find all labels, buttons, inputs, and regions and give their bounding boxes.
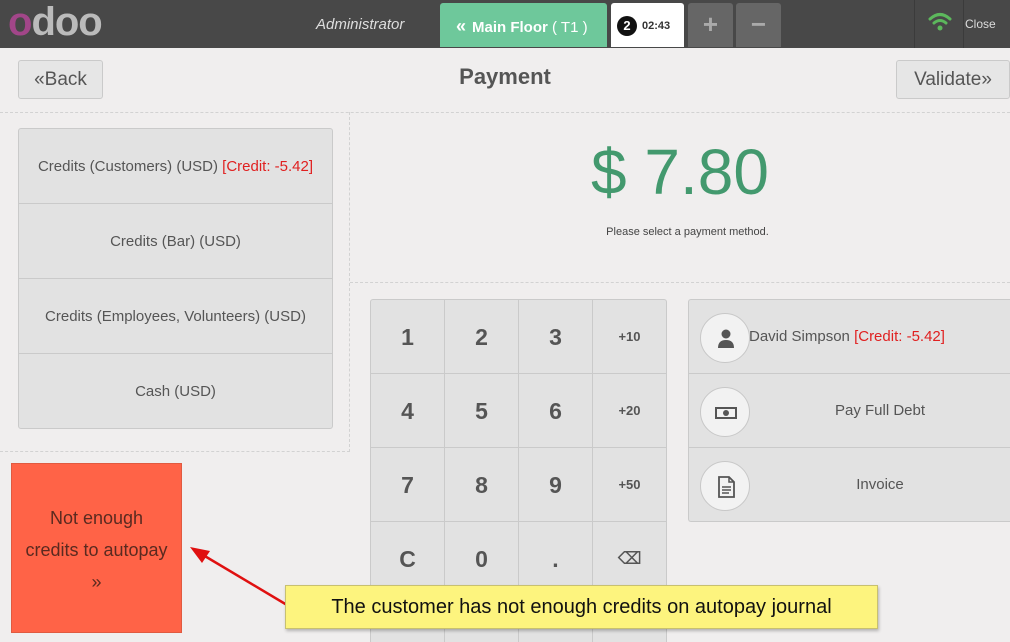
numpad-key-9[interactable]: 9 — [519, 448, 593, 522]
method-label: Credits (Employees, Volunteers) (USD) — [45, 308, 306, 325]
method-label: Credits (Customers) (USD) — [37, 158, 218, 175]
page-title: Payment — [459, 64, 551, 89]
wifi-icon — [914, 0, 964, 48]
add-order-button[interactable]: + — [688, 3, 733, 47]
numpad-key-4[interactable]: 4 — [371, 374, 445, 448]
payment-method-credits-customers[interactable]: Credits (Customers) (USD) [Credit: -5.42… — [19, 129, 332, 204]
numpad-key-5[interactable]: 5 — [445, 374, 519, 448]
floor-tab[interactable]: « Main Floor ( T1 ) — [440, 3, 607, 47]
invoice-label: Invoice — [856, 476, 904, 493]
close-button[interactable]: Close — [965, 17, 996, 31]
methods-divider — [0, 451, 350, 452]
numpad-key-3[interactable]: 3 — [519, 300, 593, 374]
method-label: Credits (Bar) (USD) — [110, 233, 241, 250]
invoice-button[interactable]: Invoice — [689, 448, 1010, 522]
user-icon — [700, 313, 750, 363]
double-chevron-left-icon: « — [456, 16, 467, 36]
top-bar: odoo Administrator « Main Floor ( T1 ) 20… — [0, 0, 1010, 48]
remove-order-button[interactable]: − — [736, 3, 781, 47]
customer-label: David Simpson [Credit: -5.42] — [749, 300, 1010, 374]
warning-line-1: Not enough — [49, 508, 144, 528]
odoo-logo: odoo — [8, 0, 103, 44]
header-divider — [0, 112, 1010, 113]
payment-method-credits-employees[interactable]: Credits (Employees, Volunteers) (USD) — [19, 279, 332, 354]
floor-name: Main Floor — [472, 19, 548, 36]
numpad-key-2[interactable]: 2 — [445, 300, 519, 374]
payment-actions: David Simpson [Credit: -5.42] Pay Full D… — [688, 299, 1010, 522]
pay-full-debt-label: Pay Full Debt — [834, 402, 926, 419]
method-credit: [Credit: -5.42] — [222, 158, 314, 175]
table-name: ( T1 ) — [552, 19, 588, 36]
chevron-right-icon: » — [981, 69, 992, 90]
customer-credit: [Credit: -5.42] — [854, 328, 945, 345]
document-icon — [700, 461, 750, 511]
numpad-key-8[interactable]: 8 — [445, 448, 519, 522]
selected-order-tab[interactable]: 2 02:43 — [611, 3, 684, 47]
numpad-key-plus20[interactable]: +20 — [593, 374, 666, 448]
pay-full-debt-button[interactable]: Pay Full Debt — [689, 374, 1010, 448]
payment-methods: Credits (Customers) (USD) [Credit: -5.42… — [18, 128, 333, 429]
numpad-key-7[interactable]: 7 — [371, 448, 445, 522]
summary-divider — [350, 282, 1010, 283]
numpad-key-plus10[interactable]: +10 — [593, 300, 666, 374]
chevron-right-icon: » — [91, 572, 102, 592]
payment-hint: Please select a payment method. — [606, 226, 769, 238]
customer-name: David Simpson — [749, 328, 850, 345]
validate-label: Validate — [914, 69, 982, 90]
user-name: Administrator — [316, 16, 405, 33]
validate-button[interactable]: Validate» — [896, 60, 1010, 99]
money-icon — [700, 387, 750, 437]
annotation-callout: The customer has not enough credits on a… — [285, 585, 878, 629]
order-time: 02:43 — [642, 19, 671, 32]
autopay-warning-button[interactable]: Not enough credits to autopay » — [11, 463, 182, 633]
numpad-key-1[interactable]: 1 — [371, 300, 445, 374]
total-amount: $ 7.80 — [591, 136, 769, 208]
order-number: 2 — [617, 16, 637, 36]
payment-method-cash[interactable]: Cash (USD) — [19, 354, 332, 429]
numpad-key-plus50[interactable]: +50 — [593, 448, 666, 522]
numpad-key-6[interactable]: 6 — [519, 374, 593, 448]
customer-button[interactable]: David Simpson [Credit: -5.42] — [689, 300, 1010, 374]
payment-method-credits-bar[interactable]: Credits (Bar) (USD) — [19, 204, 332, 279]
warning-line-2: credits to autopay — [25, 540, 168, 560]
method-label: Cash (USD) — [135, 383, 216, 400]
